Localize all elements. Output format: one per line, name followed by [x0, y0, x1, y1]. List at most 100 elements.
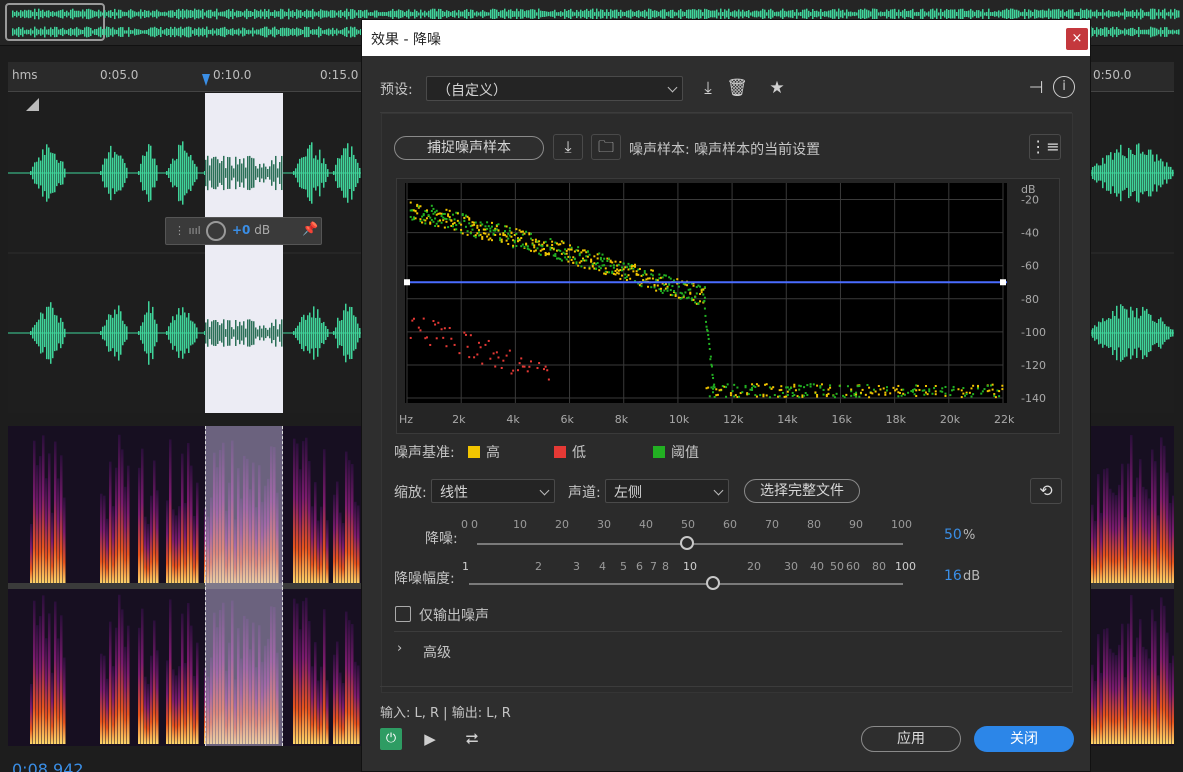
delete-preset-icon[interactable]: 🗑: [725, 76, 749, 100]
loop-icon[interactable]: ⮂: [460, 727, 484, 751]
preset-dropdown[interactable]: （自定义）: [426, 76, 683, 101]
amount-tick-label: 30: [784, 560, 798, 573]
io-text: 输入: L, R | 输出: L, R: [380, 706, 511, 721]
ruler-label: 0:05.0: [100, 68, 139, 82]
reduction-tick-label: 70: [765, 518, 779, 531]
channel-dropdown[interactable]: 左侧: [605, 479, 729, 503]
reduction-label: 降噪:: [425, 531, 458, 547]
graph-y-tick: -80: [1021, 293, 1039, 306]
graph-y-tick: -120: [1021, 359, 1046, 372]
noise-only-label: 仅输出噪声: [419, 608, 489, 624]
amount-tick-label: 4: [599, 560, 606, 573]
legend-label: 噪声基准:: [394, 445, 455, 461]
reduction-tick-label: 100: [891, 518, 912, 531]
ruler-label: 0:10.0: [213, 68, 252, 82]
amount-tick-label: 5: [620, 560, 627, 573]
folder-icon[interactable]: 🗀: [591, 134, 621, 160]
amount-slider[interactable]: 1 2 3 4 5 6 7 8 10 20 30 40 50 60 80 100: [462, 560, 916, 600]
graph-x-tick: 18k: [886, 413, 907, 426]
noise-graph[interactable]: -20 -40 -60 -80 -100 -120 -140 Hz 2k 4k 6k 8k 10k 12…: [396, 178, 1060, 434]
dialog-titlebar[interactable]: 效果 - 降噪 ×: [362, 20, 1090, 56]
advanced-toggle[interactable]: 高级: [423, 642, 451, 662]
routing-icon[interactable]: ⊣: [1024, 76, 1048, 100]
legend-swatch-threshold: [653, 446, 665, 458]
amount-tick-label: 6: [636, 560, 643, 573]
threshold-handle-left[interactable]: [404, 279, 410, 286]
reset-icon[interactable]: ⟲: [1030, 478, 1062, 504]
reduction-tick-label: 90: [849, 518, 863, 531]
divider: [394, 631, 1062, 632]
graph-x-tick: 6k: [561, 413, 575, 426]
graph-x-tick: 22k: [994, 413, 1015, 426]
pin-icon[interactable]: 📌: [302, 222, 318, 237]
reduction-value[interactable]: 50: [944, 527, 962, 543]
amount-tick-label: 50: [830, 560, 844, 573]
legend-low: 低: [572, 445, 586, 461]
scale-label: 缩放:: [394, 485, 427, 501]
graph-x-tick: 12k: [723, 413, 744, 426]
reduction-tick-label: 60: [723, 518, 737, 531]
close-icon[interactable]: ×: [1066, 28, 1088, 50]
reduction-tick-label: 30: [597, 518, 611, 531]
legend-high: 高: [486, 445, 500, 461]
amount-tick-label: 8: [662, 560, 669, 573]
amount-unit: dB: [963, 569, 981, 584]
amount-tick-label: 1: [462, 560, 469, 573]
save-preset-icon[interactable]: ⤓: [696, 76, 720, 100]
gain-knob[interactable]: [206, 221, 226, 241]
noise-sample-text: 噪声样本: 噪声样本的当前设置: [629, 142, 821, 158]
graph-x-tick: 14k: [777, 413, 798, 426]
dialog-title: 效果 - 降噪: [371, 32, 441, 48]
reduction-slider[interactable]: 0 0 10 20 30 40 50 60 70 80 90 100: [461, 516, 912, 556]
spectral-selection[interactable]: [205, 426, 283, 746]
apply-button[interactable]: 应用: [861, 726, 961, 752]
amount-tick-label: 40: [810, 560, 824, 573]
amount-tick-label: 2: [535, 560, 542, 573]
graph-y-tick: -100: [1021, 326, 1046, 339]
noise-floor-plot: -20-40-60-80-100-120-140 Hz 2k 4k 6k 8k 10k 12…: [399, 183, 1046, 426]
capture-noise-button[interactable]: 捕捉噪声样本: [394, 136, 544, 160]
channel-label: 声道:: [568, 485, 601, 501]
graph-unit: dB: [1021, 183, 1036, 196]
reduction-tick-label: 20: [555, 518, 569, 531]
play-icon[interactable]: ▶: [418, 727, 442, 751]
chevron-down-icon: [539, 485, 550, 496]
close-button[interactable]: 关闭: [974, 726, 1074, 752]
graph-y-tick: -40: [1021, 227, 1039, 240]
chevron-right-icon[interactable]: ›: [397, 641, 402, 656]
gain-value: +0: [232, 223, 251, 237]
reduction-tick-label: 50: [681, 518, 695, 531]
favorite-star-icon[interactable]: ★: [765, 76, 789, 100]
amount-knob[interactable]: [706, 576, 720, 590]
reduction-tick-label: 10: [513, 518, 527, 531]
import-sample-icon[interactable]: ⤓: [553, 134, 583, 160]
scale-dropdown[interactable]: 线性: [431, 479, 555, 503]
threshold-handle-right[interactable]: [1000, 279, 1006, 286]
gain-hud[interactable]: ⋮ ıııl +0 dB 📌: [165, 217, 322, 245]
power-icon[interactable]: ⏻: [380, 728, 402, 750]
graph-x-tick: 10k: [669, 413, 690, 426]
amount-track[interactable]: [469, 583, 903, 585]
graph-x-tick: Hz: [399, 413, 413, 426]
channel-value: 左侧: [614, 485, 642, 501]
graph-x-tick: 8k: [615, 413, 629, 426]
settings-panel: 捕捉噪声样本 ⤓ 🗀 噪声样本: 噪声样本的当前设置 ⋮≡ -20 -40 -60-…: [381, 113, 1073, 693]
info-icon[interactable]: i: [1053, 76, 1075, 98]
panel-menu-icon[interactable]: ⋮≡: [1029, 134, 1061, 160]
current-time: 0:08.942: [12, 760, 84, 772]
select-full-file-button[interactable]: 选择完整文件: [744, 479, 860, 503]
reduction-knob[interactable]: [680, 536, 694, 550]
amount-tick-label: 7: [650, 560, 657, 573]
chevron-down-icon: [667, 82, 678, 93]
legend-swatch-high: [468, 446, 480, 458]
reduction-tick-label: 80: [807, 518, 821, 531]
noise-only-checkbox[interactable]: [395, 606, 411, 622]
ruler-label: 0:50.0: [1093, 68, 1132, 82]
amount-value[interactable]: 16: [944, 568, 962, 584]
amount-tick-label: 60: [846, 560, 860, 573]
legend: 高 低 阈值: [468, 442, 768, 462]
waveform-selection[interactable]: [205, 93, 283, 413]
graph-x-tick: 20k: [940, 413, 961, 426]
playhead-marker[interactable]: [202, 74, 210, 86]
reduction-tick-label: 40: [639, 518, 653, 531]
